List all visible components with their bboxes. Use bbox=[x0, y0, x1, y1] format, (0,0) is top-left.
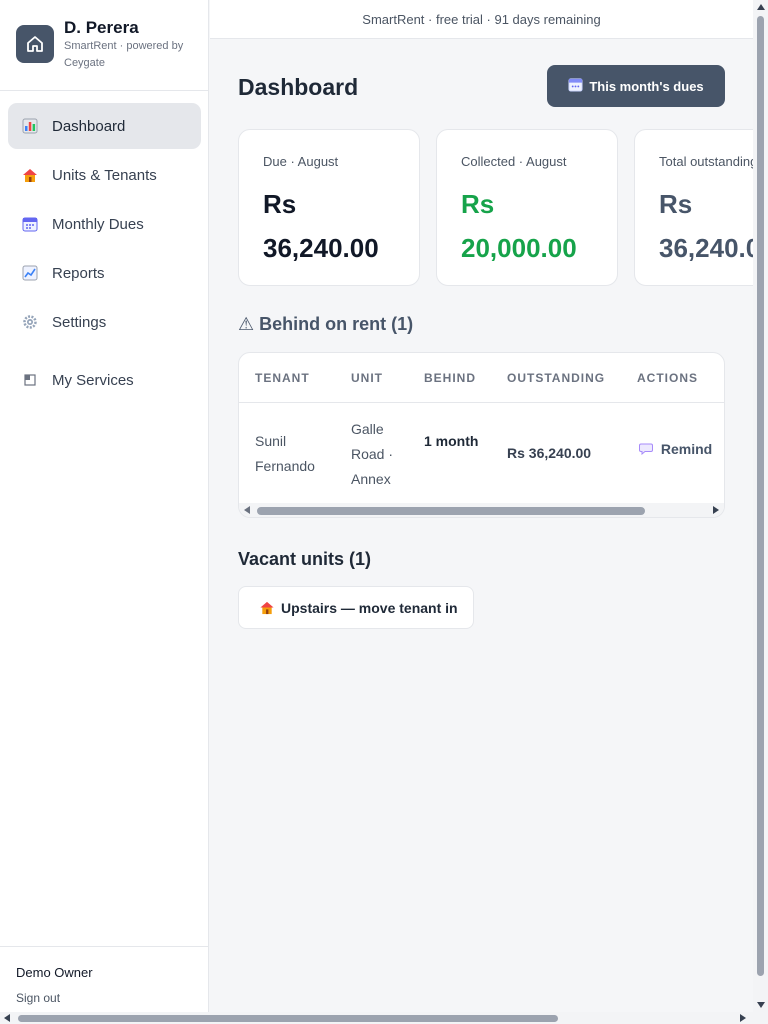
scrollbar-thumb[interactable] bbox=[757, 16, 764, 976]
stat-cards: Due · August Rs 36,240.00 Collected · Au… bbox=[238, 129, 753, 287]
sidebar: D. Perera SmartRent · powered by Ceygate… bbox=[0, 0, 209, 1012]
card-currency: Rs bbox=[461, 189, 495, 219]
page-title: Dashboard bbox=[238, 74, 359, 100]
sidebar-item-reports[interactable]: Reports bbox=[8, 250, 201, 296]
stat-card-outstanding: Total outstanding Rs 36,240.00 bbox=[634, 129, 753, 286]
card-label: Collected · August bbox=[461, 154, 567, 169]
scrollbar-thumb[interactable] bbox=[18, 1015, 558, 1022]
page-vertical-scrollbar[interactable] bbox=[753, 0, 768, 1012]
vacant-units-title: Vacant units (1) bbox=[238, 549, 372, 569]
page-horizontal-scrollbar[interactable] bbox=[0, 1012, 768, 1024]
calendar-icon bbox=[568, 77, 583, 95]
card-currency: Rs bbox=[263, 189, 297, 219]
vacant-unit-label: Upstairs — move tenant in bbox=[281, 599, 458, 616]
sidebar-item-units-tenants[interactable]: Units & Tenants bbox=[8, 152, 201, 198]
card-amount: 36,240.00 bbox=[659, 233, 753, 263]
house-icon bbox=[22, 167, 38, 183]
house-icon[interactable] bbox=[16, 25, 54, 63]
house-icon bbox=[259, 600, 275, 616]
this-months-dues-button[interactable]: This month's dues bbox=[547, 65, 725, 107]
column-header: BEHIND bbox=[424, 371, 477, 385]
card-label: Total outstanding bbox=[659, 154, 753, 169]
card-currency: Rs bbox=[659, 189, 693, 219]
stat-card-collected: Collected · August Rs 20,000.00 bbox=[436, 129, 618, 286]
sidebar-item-label: My Services bbox=[52, 371, 134, 389]
sidebar-item-settings[interactable]: Settings bbox=[8, 299, 201, 345]
sidebar-footer: Demo Owner Sign out bbox=[0, 946, 209, 1005]
scroll-left-arrow[interactable] bbox=[4, 1014, 10, 1022]
behind-table: TENANT UNIT BEHIND OUTSTANDING ACTIONS S… bbox=[238, 352, 725, 518]
brand-subtitle: SmartRent · powered by Ceygate bbox=[64, 40, 184, 69]
card-label: Due · August bbox=[263, 154, 339, 169]
outstanding-amount: Rs 36,240.00 bbox=[507, 445, 592, 461]
speech-bubble-icon bbox=[639, 441, 657, 457]
column-header: OUTSTANDING bbox=[507, 371, 606, 385]
divider bbox=[239, 402, 724, 403]
bar-chart-icon bbox=[22, 118, 38, 134]
scroll-down-arrow[interactable] bbox=[757, 1002, 765, 1008]
column-header: UNIT bbox=[351, 371, 383, 385]
sidebar-item-label: Units & Tenants bbox=[52, 166, 157, 184]
scroll-up-arrow[interactable] bbox=[757, 4, 765, 10]
scroll-right-arrow[interactable] bbox=[713, 506, 719, 514]
services-icon bbox=[22, 372, 38, 388]
scroll-left-arrow[interactable] bbox=[244, 506, 250, 514]
card-value: Rs 36,240.00 bbox=[659, 182, 753, 270]
sidebar-item-label: Reports bbox=[52, 264, 105, 282]
table-scrollbar[interactable] bbox=[239, 503, 724, 517]
column-header: TENANT bbox=[255, 371, 310, 385]
column-header: ACTIONS bbox=[637, 371, 698, 385]
vacant-unit-item[interactable]: Upstairs — move tenant in bbox=[238, 586, 474, 629]
remind-label: Remind bbox=[660, 441, 713, 457]
behind-period: 1 month bbox=[424, 433, 479, 449]
card-amount: 20,000.00 bbox=[461, 233, 577, 263]
card-value: Rs 20,000.00 bbox=[461, 182, 577, 270]
line-chart-icon bbox=[22, 265, 38, 281]
tenant-name: Sunil Fernando bbox=[255, 433, 315, 474]
divider bbox=[0, 90, 209, 91]
sidebar-item-monthly-dues[interactable]: Monthly Dues bbox=[8, 201, 201, 247]
behind-on-rent-title: ⚠ Behind on rent (1) bbox=[238, 314, 414, 334]
scroll-right-arrow[interactable] bbox=[740, 1014, 746, 1022]
card-amount: 36,240.00 bbox=[263, 233, 379, 263]
brand-name: D. Perera bbox=[64, 18, 139, 37]
owner-name: Demo Owner bbox=[16, 965, 93, 980]
card-value: Rs 36,240.00 bbox=[263, 182, 379, 270]
unit-name: Galle Road · Annex bbox=[351, 421, 394, 487]
sidebar-item-my-services[interactable]: My Services bbox=[8, 357, 201, 403]
scrollbar-thumb[interactable] bbox=[257, 507, 645, 515]
sidebar-item-label: Monthly Dues bbox=[52, 215, 144, 233]
gear-icon bbox=[22, 314, 38, 330]
trial-banner: SmartRent · free trial · 91 days remaini… bbox=[210, 0, 753, 39]
sidebar-item-label: Dashboard bbox=[52, 117, 126, 135]
sidebar-item-label: Settings bbox=[52, 313, 107, 331]
calendar-icon bbox=[22, 216, 38, 232]
sign-out-link[interactable]: Sign out bbox=[16, 991, 60, 1005]
stat-card-due: Due · August Rs 36,240.00 bbox=[238, 129, 420, 286]
dues-button-label: This month's dues bbox=[589, 78, 704, 94]
sidebar-item-dashboard[interactable]: Dashboard bbox=[8, 103, 201, 149]
remind-button[interactable]: Remind bbox=[639, 441, 712, 457]
